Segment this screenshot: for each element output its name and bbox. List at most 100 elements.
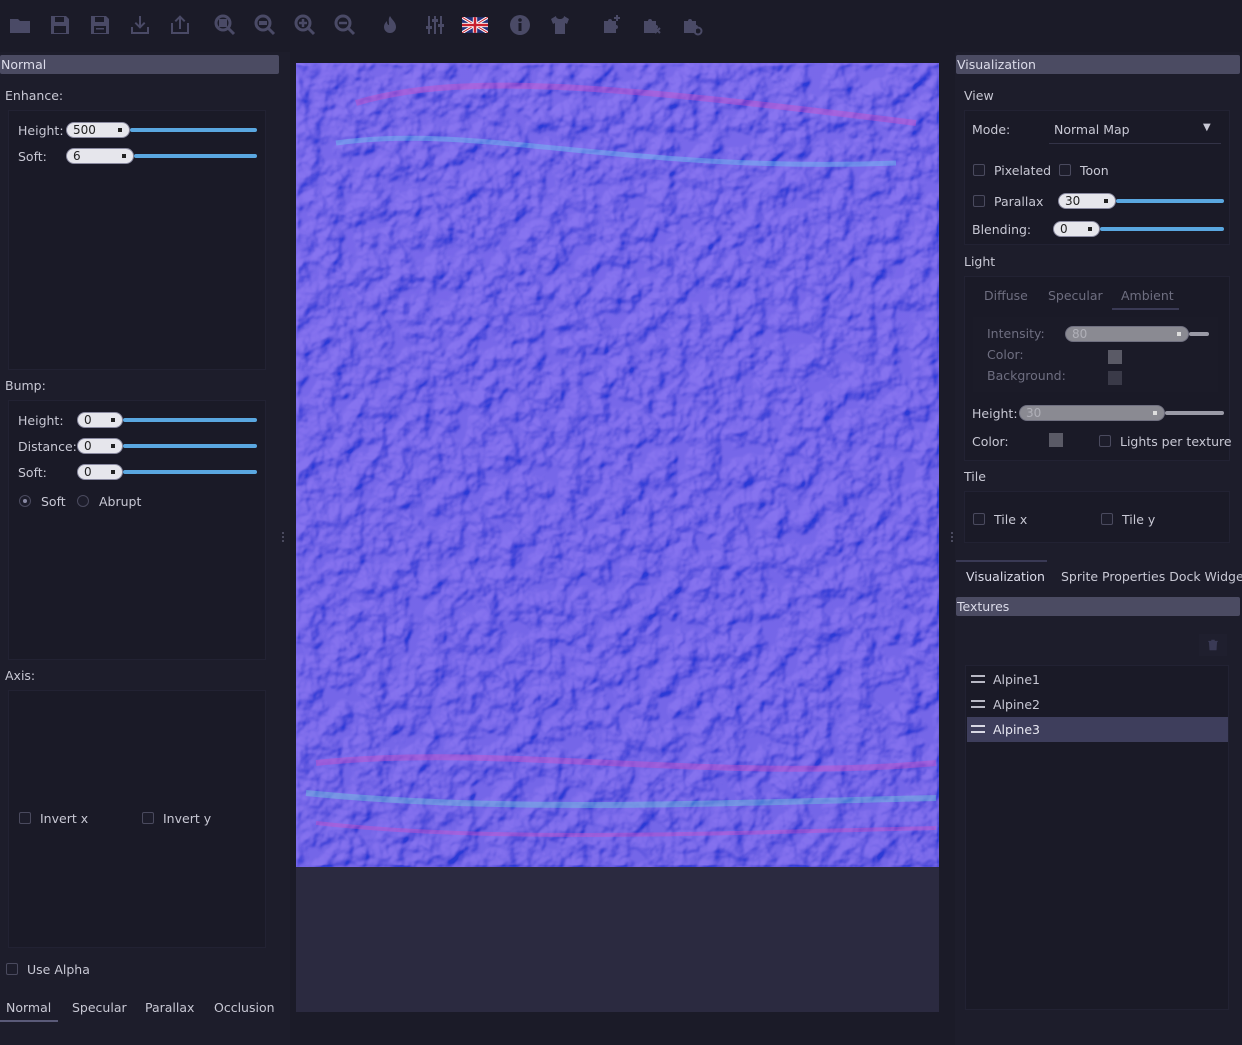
toon-label: Toon	[1080, 163, 1109, 178]
shirt-icon[interactable]	[545, 8, 575, 42]
use-alpha-label: Use Alpha	[27, 962, 90, 977]
list-item[interactable]: Alpine2	[967, 693, 1227, 717]
bump-soft-slider[interactable]	[123, 470, 257, 474]
bump-distance-spinbox[interactable]: 0	[77, 438, 123, 454]
tab-occlusion[interactable]: Occlusion	[214, 1000, 275, 1015]
blending-label: Blending:	[972, 222, 1032, 237]
enhance-height-label: Height:	[18, 123, 64, 138]
bump-height-spinbox[interactable]: 0	[77, 412, 123, 428]
use-alpha-checkbox[interactable]	[6, 963, 18, 975]
info-icon[interactable]	[505, 8, 535, 42]
trash-icon	[1208, 639, 1218, 651]
enhance-label: Enhance:	[5, 88, 64, 103]
tab-specular-light[interactable]: Specular	[1048, 288, 1103, 303]
parallax-checkbox[interactable]	[973, 195, 985, 207]
enhance-height-slider[interactable]	[130, 128, 257, 132]
folder-open-icon[interactable]	[5, 8, 35, 42]
mode-dropdown[interactable]: Normal Map ▼	[1049, 116, 1221, 144]
panel-title: Normal	[0, 55, 279, 74]
puzzle-add-icon[interactable]	[597, 8, 627, 42]
tab-ambient[interactable]: Ambient	[1112, 288, 1179, 310]
view-label: View	[964, 88, 994, 103]
pixelated-label: Pixelated	[994, 163, 1052, 178]
dock-tab-visualization[interactable]: Visualization	[956, 560, 1047, 588]
invert-x-checkbox[interactable]	[19, 812, 31, 824]
save-as-icon[interactable]	[85, 8, 115, 42]
background-label: Background:	[987, 368, 1066, 383]
invert-x-label: Invert x	[40, 811, 89, 826]
texture-thumbnail-icon	[971, 675, 985, 683]
tile-y-checkbox[interactable]	[1101, 513, 1113, 525]
normal-panel: Normal Enhance: Height: 500 Soft: 6 Bump…	[0, 52, 290, 1045]
settings-icon[interactable]	[420, 8, 450, 42]
light-height-slider[interactable]	[1165, 411, 1224, 415]
canvas-viewport[interactable]	[296, 63, 939, 1012]
light-height-label: Height:	[972, 406, 1018, 421]
lights-per-texture-label: Lights per texture	[1120, 434, 1232, 449]
tile-y-label: Tile y	[1122, 512, 1156, 527]
invert-y-checkbox[interactable]	[142, 812, 154, 824]
parallax-slider[interactable]	[1116, 199, 1224, 203]
tab-parallax[interactable]: Parallax	[145, 1000, 194, 1015]
panel-title: Visualization	[956, 55, 1240, 74]
list-item[interactable]: Alpine1	[967, 668, 1227, 692]
share-icon[interactable]	[165, 8, 195, 42]
save-icon[interactable]	[45, 8, 75, 42]
texture-thumbnail-icon	[971, 700, 985, 708]
tab-normal[interactable]: Normal	[0, 992, 58, 1022]
light-icon[interactable]	[375, 8, 405, 42]
export-icon[interactable]	[125, 8, 155, 42]
dock-tab-sprite-properties[interactable]: Sprite Properties Dock Widget	[1061, 569, 1242, 584]
light-color-swatch[interactable]	[1049, 433, 1063, 447]
blending-spinbox[interactable]: 0	[1053, 221, 1100, 237]
ambient-color-swatch[interactable]	[1108, 350, 1122, 364]
bump-soft-label: Soft:	[18, 465, 47, 480]
light-height-spinbox[interactable]: 30	[1019, 405, 1165, 421]
parallax-label: Parallax	[994, 194, 1044, 209]
delete-texture-button[interactable]	[1199, 634, 1227, 656]
enhance-soft-label: Soft:	[18, 149, 47, 164]
bump-height-slider[interactable]	[123, 418, 257, 422]
intensity-slider[interactable]	[1189, 332, 1209, 336]
background-color-swatch[interactable]	[1108, 371, 1122, 385]
bump-abrupt-radio[interactable]	[77, 495, 89, 507]
toon-checkbox[interactable]	[1059, 164, 1071, 176]
left-splitter-handle[interactable]	[282, 532, 284, 542]
lights-per-texture-checkbox[interactable]	[1099, 435, 1111, 447]
bump-distance-label: Distance:	[18, 439, 77, 454]
ambient-color-label: Color:	[987, 347, 1024, 362]
tab-specular[interactable]: Specular	[72, 1000, 127, 1015]
zoom-100-icon[interactable]	[250, 8, 280, 42]
puzzle-remove-icon[interactable]	[637, 8, 667, 42]
enhance-height-spinbox[interactable]: 500	[66, 122, 130, 138]
enhance-soft-slider[interactable]	[134, 154, 257, 158]
textures-title: Textures	[956, 597, 1240, 616]
zoom-in-icon[interactable]	[290, 8, 320, 42]
visualization-panel: Visualization View Mode: Normal Map ▼ Pi…	[955, 52, 1242, 1045]
bump-soft-radio-label: Soft	[41, 494, 66, 509]
invert-y-label: Invert y	[163, 811, 212, 826]
bump-label: Bump:	[5, 378, 46, 393]
zoom-fit-icon[interactable]	[210, 8, 240, 42]
tile-x-checkbox[interactable]	[973, 513, 985, 525]
axis-label: Axis:	[5, 668, 36, 683]
parallax-spinbox[interactable]: 30	[1058, 193, 1116, 209]
intensity-spinbox[interactable]: 80	[1065, 326, 1189, 342]
normal-map-preview	[296, 63, 939, 867]
language-flag-icon[interactable]	[460, 8, 490, 42]
zoom-out-icon[interactable]	[330, 8, 360, 42]
pixelated-checkbox[interactable]	[973, 164, 985, 176]
bump-distance-slider[interactable]	[123, 444, 257, 448]
tile-x-label: Tile x	[994, 512, 1028, 527]
right-splitter-handle[interactable]	[951, 532, 953, 542]
enhance-soft-spinbox[interactable]: 6	[66, 148, 134, 164]
puzzle-refresh-icon[interactable]	[677, 8, 707, 42]
blending-slider[interactable]	[1100, 227, 1224, 231]
bump-soft-spinbox[interactable]: 0	[77, 464, 123, 480]
tile-label: Tile	[964, 469, 986, 484]
light-label: Light	[964, 254, 996, 269]
list-item-selected[interactable]: Alpine3	[967, 717, 1228, 742]
tab-diffuse[interactable]: Diffuse	[984, 288, 1028, 303]
bump-soft-radio[interactable]	[19, 495, 31, 507]
intensity-label: Intensity:	[987, 326, 1045, 341]
